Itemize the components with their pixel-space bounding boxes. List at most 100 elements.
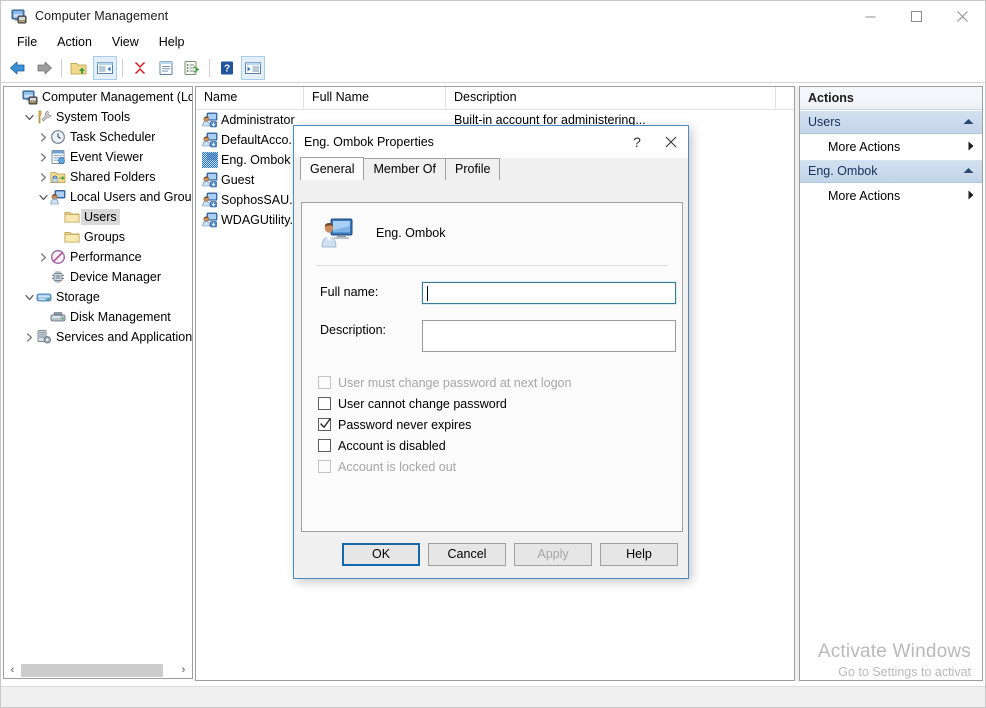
tree-item-label: System Tools — [56, 110, 131, 124]
tree-item-groups[interactable]: Groups — [4, 227, 192, 247]
delete-icon[interactable] — [128, 56, 152, 80]
action-more-actions[interactable]: More Actions — [800, 134, 982, 159]
action-item-label: More Actions — [828, 188, 901, 203]
tree-item-local-users-and-groups[interactable]: Local Users and Groups — [4, 187, 192, 207]
tree-item-device-manager[interactable]: Device Manager — [4, 267, 192, 287]
tree-item-performance[interactable]: Performance — [4, 247, 192, 267]
minimize-button[interactable] — [847, 1, 893, 31]
chevron-right-icon[interactable] — [36, 127, 50, 147]
tab-general[interactable]: General — [300, 157, 365, 180]
actions-group-header[interactable]: Users — [800, 110, 982, 134]
tree-item-label: Task Scheduler — [70, 130, 156, 144]
menu-action[interactable]: Action — [47, 33, 102, 51]
menubar: File Action View Help — [1, 31, 985, 53]
tree-item-disk-management[interactable]: Disk Management — [4, 307, 192, 327]
checkbox-row-user-cannot-change-password[interactable]: User cannot change password — [302, 393, 682, 414]
menu-view[interactable]: View — [102, 33, 149, 51]
cell-name: Guest — [196, 172, 304, 188]
chevron-down-icon[interactable] — [36, 187, 50, 207]
tree-item-task-scheduler[interactable]: Task Scheduler — [4, 127, 192, 147]
chevron-up-icon[interactable] — [963, 167, 974, 176]
chevron-right-icon[interactable] — [36, 147, 50, 167]
help-button[interactable]: Help — [600, 542, 678, 566]
dialog-title: Eng. Ombok Properties — [304, 135, 434, 149]
user-account-icon — [202, 132, 218, 148]
tree-item-storage[interactable]: Storage — [4, 287, 192, 307]
dialog-general-tab-panel: Eng. Ombok Full name: Description: User … — [301, 202, 683, 532]
tree-item-label: Event Viewer — [70, 150, 144, 164]
help-icon[interactable]: ? — [215, 56, 239, 80]
close-button[interactable] — [939, 1, 985, 31]
disk-management-icon — [50, 309, 66, 325]
tree-item-computer-management-local[interactable]: Computer Management (Local — [4, 87, 192, 107]
chevron-down-icon[interactable] — [22, 107, 36, 127]
tree-horizontal-scrollbar[interactable]: ‹ › — [3, 662, 193, 679]
cell-name: DefaultAcco... — [196, 132, 304, 148]
chevron-right-icon[interactable] — [22, 327, 36, 347]
tree-item-label: Disk Management — [70, 310, 171, 324]
chevron-up-icon[interactable] — [963, 118, 974, 127]
chevron-right-icon[interactable] — [36, 247, 50, 267]
checkbox-unchecked-icon[interactable] — [318, 439, 331, 452]
back-icon[interactable] — [6, 56, 30, 80]
dialog-button-bar: OK Cancel Apply Help — [294, 530, 688, 578]
tree-item-system-tools[interactable]: System Tools — [4, 107, 192, 127]
checkbox-row-account-is-locked-out: Account is locked out — [302, 456, 682, 477]
chevron-down-icon[interactable] — [22, 287, 36, 307]
menu-file[interactable]: File — [7, 33, 47, 51]
storage-icon — [36, 289, 52, 305]
chevron-right-icon[interactable] — [36, 167, 50, 187]
checkbox-label: User must change password at next logon — [338, 375, 572, 390]
text-caret — [427, 286, 428, 301]
cell-name: WDAGUtility.. — [196, 212, 304, 228]
actions-group-title: Eng. Ombok — [808, 164, 878, 178]
checkbox-row-user-must-change-password-at-next-logon: User must change password at next logon — [302, 372, 682, 393]
toolbar-separator — [122, 58, 123, 77]
column-header-name[interactable]: Name — [196, 87, 304, 109]
cancel-button[interactable]: Cancel — [428, 542, 506, 566]
checkbox-label: User cannot change password — [338, 396, 507, 411]
up-folder-icon[interactable] — [67, 56, 91, 80]
scroll-track[interactable] — [21, 662, 175, 678]
clock-icon — [50, 129, 66, 145]
actions-group-header[interactable]: Eng. Ombok — [800, 159, 982, 183]
column-header-full-name[interactable]: Full Name — [304, 87, 446, 109]
tree-item-label: Groups — [84, 230, 125, 244]
ok-button[interactable]: OK — [342, 542, 420, 566]
checkbox-checked-icon[interactable] — [318, 418, 331, 431]
menu-help[interactable]: Help — [149, 33, 195, 51]
checkbox-row-password-never-expires[interactable]: Password never expires — [302, 414, 682, 435]
folder-icon — [64, 209, 80, 225]
console-tree-pane[interactable]: Computer Management (Local System Tools Ta… — [3, 86, 193, 666]
scroll-thumb[interactable] — [21, 663, 163, 677]
cell-name-text: Guest — [221, 173, 255, 187]
column-header-description[interactable]: Description — [446, 87, 776, 109]
description-input[interactable] — [422, 320, 676, 352]
show-action-pane-icon[interactable] — [241, 55, 265, 80]
tab-profile[interactable]: Profile — [445, 158, 501, 180]
properties-icon[interactable] — [154, 56, 178, 80]
checkbox-unchecked-icon[interactable] — [318, 397, 331, 410]
forward-icon[interactable] — [32, 56, 56, 80]
scroll-right-icon[interactable]: › — [175, 663, 192, 678]
tree-item-label: Local Users and Groups — [70, 190, 192, 204]
tree-item-event-viewer[interactable]: Event Viewer — [4, 147, 192, 167]
maximize-button[interactable] — [893, 1, 939, 31]
checkbox-row-account-is-disabled[interactable]: Account is disabled — [302, 435, 682, 456]
performance-icon — [50, 249, 66, 265]
show-hide-tree-icon[interactable] — [93, 55, 117, 80]
tree-item-shared-folders[interactable]: Shared Folders — [4, 167, 192, 187]
dialog-close-button[interactable] — [654, 127, 688, 158]
tree-item-services-and-applications[interactable]: Services and Applications — [4, 327, 192, 347]
dialog-help-button[interactable]: ? — [620, 127, 654, 158]
full-name-input[interactable] — [421, 281, 677, 305]
export-list-icon[interactable] — [180, 56, 204, 80]
tree-item-label: Users — [81, 209, 120, 225]
action-more-actions[interactable]: More Actions — [800, 183, 982, 208]
tree-item-label: Device Manager — [70, 270, 162, 284]
tree-item-users[interactable]: Users — [4, 207, 192, 227]
checkbox-label: Password never expires — [338, 417, 472, 432]
tab-member-of[interactable]: Member Of — [363, 158, 446, 180]
scroll-left-icon[interactable]: ‹ — [4, 663, 21, 678]
